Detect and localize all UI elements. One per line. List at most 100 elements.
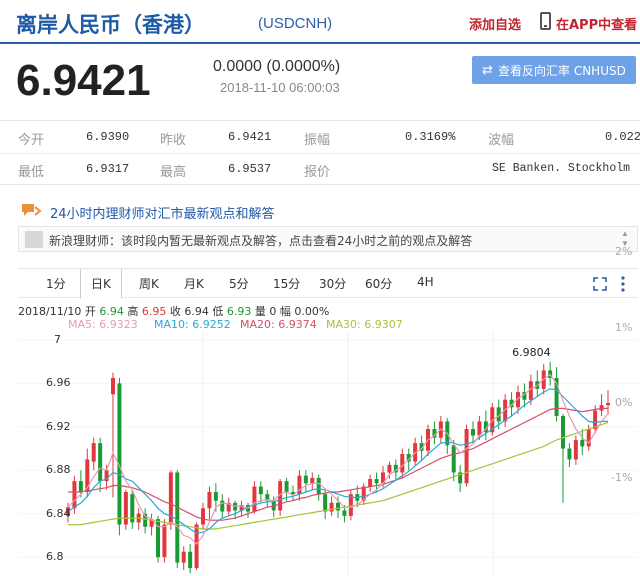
phone-icon[interactable] bbox=[540, 12, 551, 30]
candle-body[interactable] bbox=[310, 477, 315, 484]
y-tick-right: -1% bbox=[611, 471, 633, 485]
ohlc-low: 6.93 bbox=[226, 305, 252, 318]
price-change: 0.0000 (0.0000%) bbox=[213, 58, 341, 75]
candle-body[interactable] bbox=[111, 378, 115, 395]
page-header: 离岸人民币（香港） (USDCNH) 添加自选 在APP中查看 bbox=[0, 0, 640, 44]
y-tick-left: 6.96 bbox=[46, 376, 71, 390]
advisor-title[interactable]: 24小时内理财师对汇市最新观点和解答 bbox=[50, 203, 275, 222]
ohlc-date: 2018/11/10 bbox=[18, 305, 82, 318]
y-tick-left: 6.8 bbox=[46, 550, 64, 564]
prev-close-label: 昨收 bbox=[160, 133, 187, 148]
candle-body[interactable] bbox=[580, 439, 585, 447]
candle-body[interactable] bbox=[252, 486, 257, 512]
tab-monthly[interactable]: 月K bbox=[184, 275, 204, 292]
ma20-label: MA20: 6.9374 bbox=[240, 318, 317, 331]
ohlc-info: 2018/11/10 开 6.94 高 6.95 收 6.94 低 6.93 量… bbox=[18, 303, 329, 319]
ohlc-amp: 0.00% bbox=[294, 305, 330, 318]
open-value: 6.9390 bbox=[86, 130, 130, 144]
candle-body[interactable] bbox=[303, 475, 308, 484]
kline-svg[interactable] bbox=[18, 332, 638, 576]
high-label: 最高 bbox=[160, 165, 187, 180]
advisor-message-box[interactable]: 新浪理财师：该时段内暂无最新观点及解答，点击查看24小时之前的观点及解答 ▲ ▼ bbox=[18, 226, 638, 252]
stats-table: 今开 6.9390 昨收 6.9421 振幅 0.3169% 波幅 0.022 … bbox=[0, 120, 640, 185]
tab-30min[interactable]: 30分 bbox=[319, 275, 346, 292]
candle-body[interactable] bbox=[117, 383, 122, 525]
candle-body[interactable] bbox=[451, 445, 456, 473]
quote-source-value: SE Banken. Stockholm bbox=[492, 162, 631, 175]
candle-body[interactable] bbox=[284, 481, 289, 492]
candle-body[interactable] bbox=[181, 551, 186, 563]
candle-body[interactable] bbox=[368, 478, 373, 487]
candle-body[interactable] bbox=[72, 481, 77, 509]
candle-body[interactable] bbox=[400, 454, 405, 473]
candle-body[interactable] bbox=[336, 502, 340, 511]
speech-bubble-icon bbox=[22, 204, 42, 216]
candle-body[interactable] bbox=[175, 472, 180, 563]
amplitude-label: 振幅 bbox=[304, 133, 331, 148]
ma10-label: MA10: 6.9252 bbox=[154, 318, 231, 331]
reverse-rate-label: 查看反向汇率 CNHUSD bbox=[498, 64, 626, 78]
candle-body[interactable] bbox=[606, 402, 610, 406]
tab-1min[interactable]: 1分 bbox=[46, 275, 66, 292]
ohlc-open: 6.94 bbox=[99, 305, 124, 318]
fullscreen-icon[interactable] bbox=[593, 277, 607, 291]
reverse-rate-button[interactable]: ⇄ 查看反向汇率 CNHUSD bbox=[472, 56, 636, 84]
tab-5min[interactable]: 5分 bbox=[229, 275, 249, 292]
candle-body[interactable] bbox=[316, 477, 321, 495]
tab-weekly[interactable]: 周K bbox=[139, 275, 159, 292]
ohlc-high: 6.95 bbox=[141, 305, 167, 318]
candle-body[interactable] bbox=[194, 524, 199, 568]
kline-chart[interactable]: 7 6.96 6.92 6.88 6.84 6.8 2% 1% 0% -1% 6.9804 bbox=[18, 245, 638, 576]
advisor-avatar bbox=[25, 231, 43, 248]
candle-body[interactable] bbox=[342, 510, 347, 516]
candle-body[interactable] bbox=[374, 478, 379, 484]
app-view-link[interactable]: 在APP中查看 bbox=[556, 14, 637, 33]
candle-body[interactable] bbox=[323, 494, 328, 512]
low-label: 最低 bbox=[18, 165, 45, 180]
candle-body[interactable] bbox=[561, 416, 565, 449]
y-tick-left: 6.88 bbox=[46, 463, 71, 477]
y-tick-left: 6.92 bbox=[46, 419, 71, 433]
low-value: 6.9317 bbox=[86, 162, 130, 176]
ohlc-volume-label: 量 bbox=[254, 305, 266, 318]
y-tick-left: 7 bbox=[54, 333, 61, 346]
candle-body[interactable] bbox=[573, 439, 578, 460]
advisor-message[interactable]: 新浪理财师：该时段内暂无最新观点及解答，点击查看24小时之前的观点及解答 bbox=[49, 232, 472, 249]
current-price: 6.9421 bbox=[16, 56, 151, 105]
candle-body[interactable] bbox=[78, 481, 83, 492]
stats-bottom-border bbox=[0, 184, 640, 185]
candle-body[interactable] bbox=[162, 524, 167, 558]
candle-body[interactable] bbox=[91, 443, 96, 462]
candle-body[interactable] bbox=[464, 429, 469, 484]
more-options-icon[interactable] bbox=[621, 276, 625, 292]
tab-60min[interactable]: 60分 bbox=[365, 275, 392, 292]
advisor-section: 24小时内理财师对汇市最新观点和解答 新浪理财师：该时段内暂无最新观点及解答，点… bbox=[18, 200, 638, 256]
add-watchlist-link[interactable]: 添加自选 bbox=[469, 14, 521, 33]
candle-body[interactable] bbox=[213, 492, 218, 501]
range-label: 波幅 bbox=[488, 133, 515, 148]
range-value: 0.022 bbox=[605, 130, 640, 144]
candle-body[interactable] bbox=[188, 551, 193, 568]
candle-body[interactable] bbox=[207, 492, 212, 509]
candle-body[interactable] bbox=[471, 429, 475, 436]
quote-source-label: 报价 bbox=[304, 165, 331, 180]
y-tick-right: 2% bbox=[615, 245, 633, 259]
candle-body[interactable] bbox=[123, 492, 128, 525]
candle-body[interactable] bbox=[98, 443, 103, 482]
open-label: 今开 bbox=[18, 133, 45, 148]
stats-divider bbox=[0, 153, 640, 154]
swap-icon: ⇄ bbox=[482, 62, 493, 77]
tab-daily[interactable]: 日K bbox=[80, 269, 122, 299]
candle-body[interactable] bbox=[201, 508, 205, 525]
candle-body[interactable] bbox=[258, 486, 263, 495]
tab-4h[interactable]: 4H bbox=[417, 275, 434, 289]
y-tick-right: 1% bbox=[615, 320, 633, 334]
ma5-line bbox=[67, 373, 609, 546]
quote-time: 2018-11-10 06:00:03 bbox=[220, 80, 340, 95]
ohlc-high-label: 高 bbox=[127, 305, 139, 318]
candle-body[interactable] bbox=[567, 448, 572, 460]
tab-15min[interactable]: 15分 bbox=[273, 275, 300, 292]
candle-body[interactable] bbox=[387, 464, 392, 473]
ohlc-close-label: 收 bbox=[169, 305, 181, 318]
scroll-up-icon[interactable]: ▲ bbox=[621, 229, 631, 239]
